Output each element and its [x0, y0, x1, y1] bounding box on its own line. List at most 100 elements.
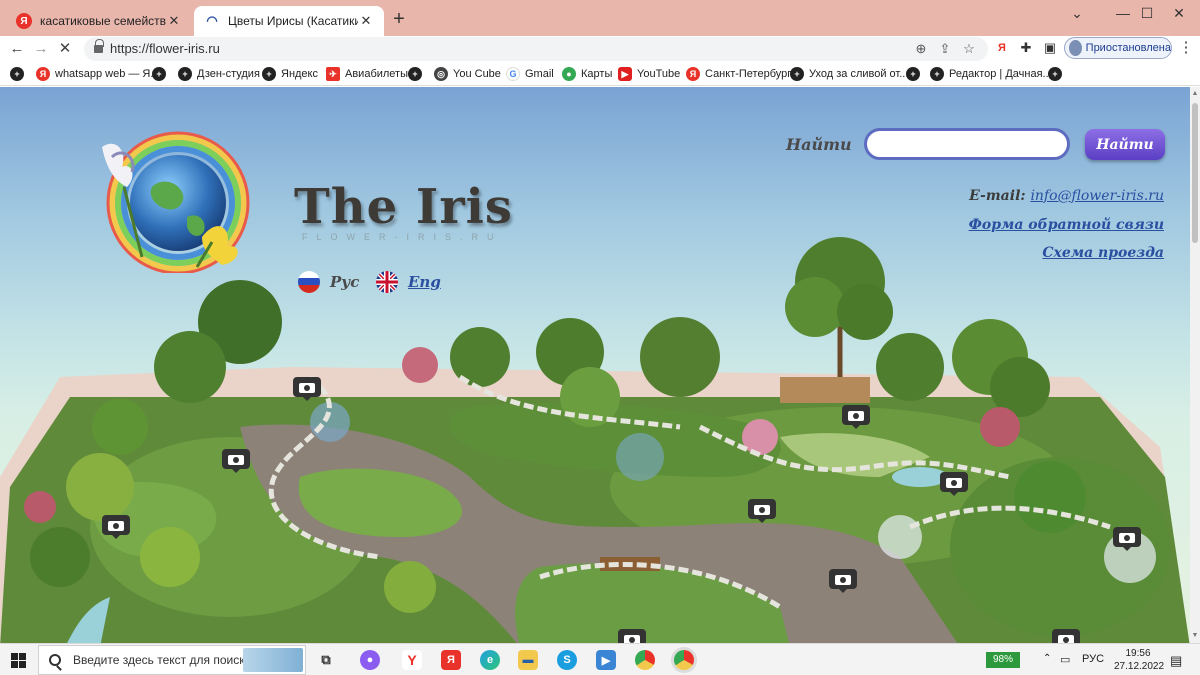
menu-kebab-icon[interactable]: ⋮ — [1176, 38, 1196, 58]
bookmark-item[interactable]: + — [10, 66, 29, 82]
web-icon: ◎ — [434, 67, 448, 81]
battery-icon[interactable]: ▭ — [1060, 653, 1070, 666]
search-label: Найти — [786, 135, 852, 154]
bookmark-item[interactable]: + — [408, 66, 427, 82]
bookmark-item[interactable]: G Gmail — [506, 66, 554, 82]
address-bar[interactable]: https://flower-iris.ru ⊕ ⇪ ☆ — [84, 37, 988, 61]
bookmark-item[interactable]: ● Карты — [562, 66, 612, 82]
bookmark-label: Дзен-студия — [197, 68, 260, 80]
feedback-form-link[interactable]: Форма обратной связи — [969, 217, 1164, 233]
garden-map-illustration[interactable] — [0, 227, 1190, 643]
skype-icon[interactable]: S — [557, 650, 577, 670]
route-map-link[interactable]: Схема проезда — [1042, 245, 1164, 261]
edge-icon[interactable]: e — [480, 650, 500, 670]
bookmark-item[interactable]: + Уход за сливой от... — [790, 66, 908, 82]
share-icon[interactable]: ⇪ — [936, 40, 954, 58]
tab-search-icon[interactable]: ⌄ — [1054, 0, 1100, 28]
url-text: https://flower-iris.ru — [110, 41, 220, 56]
site-brand-title: The Iris — [294, 179, 513, 235]
camera-marker-icon[interactable] — [748, 499, 776, 523]
camera-marker-icon[interactable] — [293, 377, 321, 401]
avatar — [1069, 40, 1082, 56]
camera-marker-icon[interactable] — [102, 515, 130, 539]
profile-button[interactable]: Приостановлена — [1064, 37, 1172, 59]
camera-marker-icon[interactable] — [940, 472, 968, 496]
yandex-extension-icon[interactable]: Я — [992, 38, 1012, 58]
lang-en-link[interactable]: Eng — [408, 273, 441, 291]
bookmark-item[interactable]: Я Санкт-Петербург — [686, 66, 791, 82]
tab-yandex-search[interactable]: Я касатиковые семейство — Янд ✕ — [6, 6, 192, 36]
chrome-active-icon[interactable] — [674, 650, 694, 670]
camera-marker-icon[interactable] — [1113, 527, 1141, 551]
plus-icon: + — [10, 67, 24, 81]
stop-loading-button[interactable]: ✕ — [54, 38, 76, 60]
bookmark-item[interactable]: ✈ Авиабилеты — [326, 66, 408, 82]
bookmark-item[interactable]: ◎ You Cube — [434, 66, 501, 82]
camera-marker-icon[interactable] — [829, 569, 857, 593]
site-brand-subtitle: FLOWER-IRIS.RU — [302, 232, 503, 242]
plus-icon: + — [262, 67, 276, 81]
site-logo[interactable] — [82, 127, 258, 273]
bookmark-item[interactable]: + Редактор | Дачная... — [930, 66, 1052, 82]
camera-marker-icon[interactable] — [1052, 629, 1080, 643]
bookmark-item[interactable]: + — [906, 66, 925, 82]
bookmark-star-icon[interactable]: ☆ — [960, 40, 978, 58]
yandex-icon[interactable]: Я — [441, 650, 461, 670]
window-close-button[interactable]: ✕ — [1158, 0, 1200, 28]
bookmark-label: Уход за сливой от... — [809, 68, 909, 80]
system-clock[interactable]: 19:56 27.12.2022 — [1114, 647, 1164, 673]
tab-strip: Я касатиковые семейство — Янд ✕ ◠ Цветы … — [0, 0, 1200, 36]
forward-button[interactable]: → — [30, 38, 52, 60]
camera-marker-icon[interactable] — [222, 449, 250, 473]
bookmark-item[interactable]: + — [152, 66, 171, 82]
bookmark-label: Авиабилеты — [345, 68, 409, 80]
chrome-icon[interactable] — [635, 650, 655, 670]
tab-title: Цветы Ирисы (Касатики) - всё о — [228, 14, 358, 28]
windows-start-icon[interactable] — [11, 653, 26, 668]
bookmark-item[interactable]: + — [1048, 66, 1067, 82]
task-view-icon[interactable]: ⧉ — [316, 650, 336, 670]
lang-ru[interactable]: Рус — [298, 271, 359, 293]
video-app-icon[interactable]: ▶ — [596, 650, 616, 670]
maps-icon: ● — [562, 67, 576, 81]
camera-marker-icon[interactable] — [618, 629, 646, 643]
plus-icon: + — [906, 67, 920, 81]
close-icon[interactable]: ✕ — [166, 13, 182, 29]
new-tab-button[interactable]: + — [388, 9, 410, 31]
back-button[interactable]: ← — [6, 38, 28, 60]
tray-chevron-icon[interactable]: ⌃ — [1043, 653, 1051, 664]
taskbar-search[interactable]: Введите здесь текст для поиска — [38, 645, 306, 675]
clock-time: 19:56 — [1125, 648, 1151, 659]
bookmark-item[interactable]: ▶ YouTube — [618, 66, 680, 82]
lock-icon[interactable] — [94, 39, 104, 54]
bookmark-item[interactable]: + Яндекс — [262, 66, 318, 82]
yandex-browser-icon[interactable]: Y — [402, 650, 422, 670]
battery-indicator[interactable]: 98% — [986, 652, 1020, 668]
bookmark-label: Редактор | Дачная... — [949, 68, 1052, 80]
scrollbar-thumb[interactable] — [1192, 103, 1198, 243]
tab-flower-iris[interactable]: ◠ Цветы Ирисы (Касатики) - всё о ✕ — [194, 6, 384, 36]
bookmark-label: Карты — [581, 68, 613, 80]
close-icon[interactable]: ✕ — [358, 13, 374, 29]
bookmark-item[interactable]: + Дзен-студия — [178, 66, 260, 82]
alice-icon[interactable]: ● — [360, 650, 380, 670]
file-explorer-icon[interactable]: ▬ — [518, 650, 538, 670]
bookmark-label: You Cube — [453, 68, 501, 80]
input-language[interactable]: РУС — [1082, 653, 1104, 665]
bookmark-item[interactable]: Яwhatsapp web — Я... — [36, 66, 160, 82]
lang-en[interactable]: Eng — [376, 271, 441, 293]
site-search-input[interactable] — [864, 128, 1070, 160]
email-link[interactable]: info@flower-iris.ru — [1030, 188, 1164, 204]
site-search-button[interactable]: Найти — [1085, 129, 1165, 160]
page-scrollbar[interactable]: ▲ ▼ — [1190, 87, 1200, 643]
plus-icon: + — [1048, 67, 1062, 81]
avia-icon: ✈ — [326, 67, 340, 81]
camera-marker-icon[interactable] — [842, 405, 870, 429]
feedback-row: Форма обратной связи — [969, 217, 1164, 233]
extensions-puzzle-icon[interactable]: ✚ — [1016, 38, 1036, 58]
scroll-up-icon[interactable]: ▲ — [1191, 90, 1199, 98]
zoom-icon[interactable]: ⊕ — [912, 40, 930, 58]
side-panel-icon[interactable]: ▣ — [1040, 38, 1060, 58]
scroll-down-icon[interactable]: ▼ — [1191, 632, 1199, 640]
notifications-icon[interactable]: ▤ — [1170, 653, 1182, 669]
